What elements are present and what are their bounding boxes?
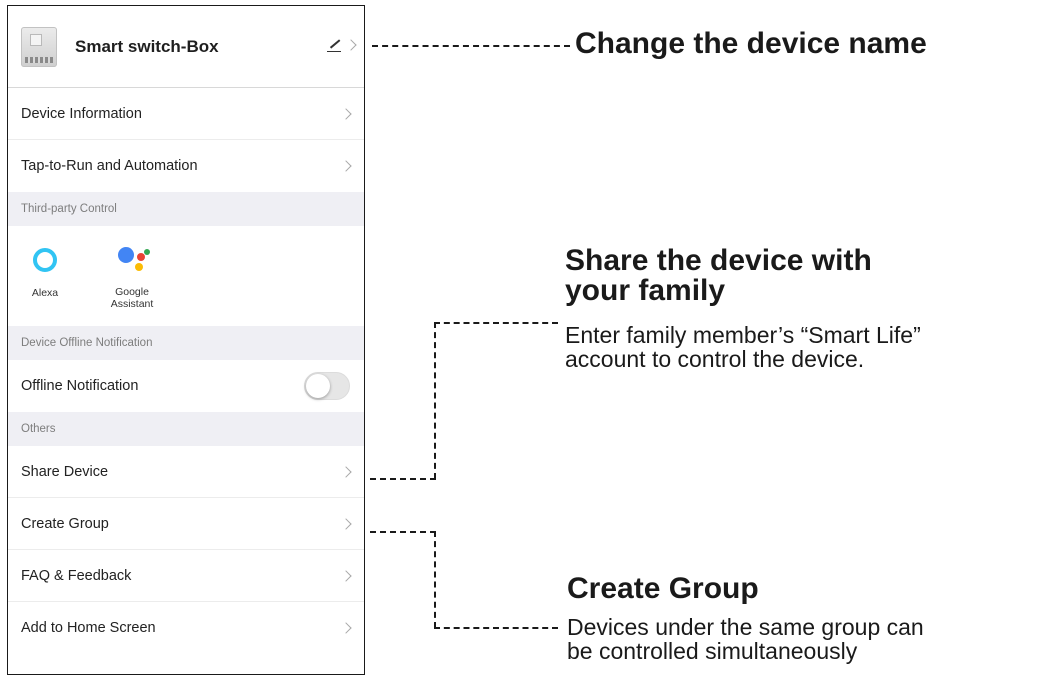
chevron-right-icon xyxy=(340,622,352,634)
leader-share-c xyxy=(434,322,558,324)
alexa-icon xyxy=(33,248,57,272)
leader-group-a xyxy=(370,531,436,533)
device-thumbnail xyxy=(21,26,57,67)
chevron-right-icon xyxy=(345,39,357,51)
leader-group-c xyxy=(434,627,558,629)
chevron-right-icon xyxy=(340,160,352,172)
row-tap-to-run[interactable]: Tap-to-Run and Automation xyxy=(8,140,364,192)
chevron-right-icon xyxy=(340,569,352,582)
row-label: Offline Notification xyxy=(21,378,139,394)
leader-group-b xyxy=(434,531,436,628)
google-assistant-button[interactable]: Google Assistant xyxy=(92,242,172,310)
row-device-information[interactable]: Device Information xyxy=(8,88,364,140)
callout-share-body-1: Enter family member’s “Smart Life” xyxy=(565,322,921,348)
device-name: Smart switch-Box xyxy=(75,36,219,56)
callout-group-body-2: be controlled simultaneously xyxy=(567,638,858,664)
third-party-row: Alexa Google Assistant xyxy=(8,226,364,326)
row-label: FAQ & Feedback xyxy=(21,567,132,584)
row-label: Device Information xyxy=(21,105,142,122)
leader-rename xyxy=(372,45,570,47)
google-assistant-icon xyxy=(114,242,150,274)
google-label-line2: Assistant xyxy=(110,298,154,310)
leader-share-b xyxy=(434,322,436,479)
row-label: Create Group xyxy=(21,515,109,532)
chevron-right-icon xyxy=(340,517,352,530)
edit-pencil-icon xyxy=(327,38,341,53)
callout-group-body-1: Devices under the same group can xyxy=(567,614,924,640)
row-create-group[interactable]: Create Group xyxy=(8,498,364,550)
leader-share-a xyxy=(370,478,436,480)
chevron-right-icon xyxy=(340,465,352,478)
callout-share-body-2: account to control the device. xyxy=(565,346,865,372)
section-offline: Device Offline Notification xyxy=(8,326,364,360)
chevron-right-icon xyxy=(340,107,352,120)
row-faq-feedback[interactable]: FAQ & Feedback xyxy=(8,550,364,602)
alexa-label: Alexa xyxy=(31,287,59,299)
section-third-party: Third-party Control xyxy=(8,192,364,226)
row-add-to-home[interactable]: Add to Home Screen xyxy=(8,602,364,654)
row-label: Share Device xyxy=(21,463,109,480)
callout-share: Share the device with your family Enter … xyxy=(565,244,921,372)
section-others: Others xyxy=(8,412,364,446)
row-label: Add to Home Screen xyxy=(21,620,156,636)
alexa-button[interactable]: Alexa xyxy=(19,242,71,299)
row-label: Tap-to-Run and Automation xyxy=(21,158,198,174)
google-label-line1: Google xyxy=(115,286,149,298)
callout-share-title-2: your family xyxy=(565,274,726,307)
row-share-device[interactable]: Share Device xyxy=(8,446,364,498)
device-header: Smart switch-Box xyxy=(8,6,364,88)
callout-group-title: Create Group xyxy=(567,572,759,605)
callout-rename-title: Change the device name xyxy=(575,27,927,60)
offline-notification-toggle[interactable] xyxy=(304,372,350,400)
phone-screen: Smart switch-Box Device Information Tap-… xyxy=(7,5,365,675)
callout-group: Create Group Devices under the same grou… xyxy=(567,572,924,664)
row-offline-notification: Offline Notification xyxy=(8,360,364,412)
edit-name-button[interactable] xyxy=(327,38,357,53)
callout-share-title-1: Share the device with xyxy=(565,244,872,277)
callout-rename: Change the device name xyxy=(575,29,927,59)
